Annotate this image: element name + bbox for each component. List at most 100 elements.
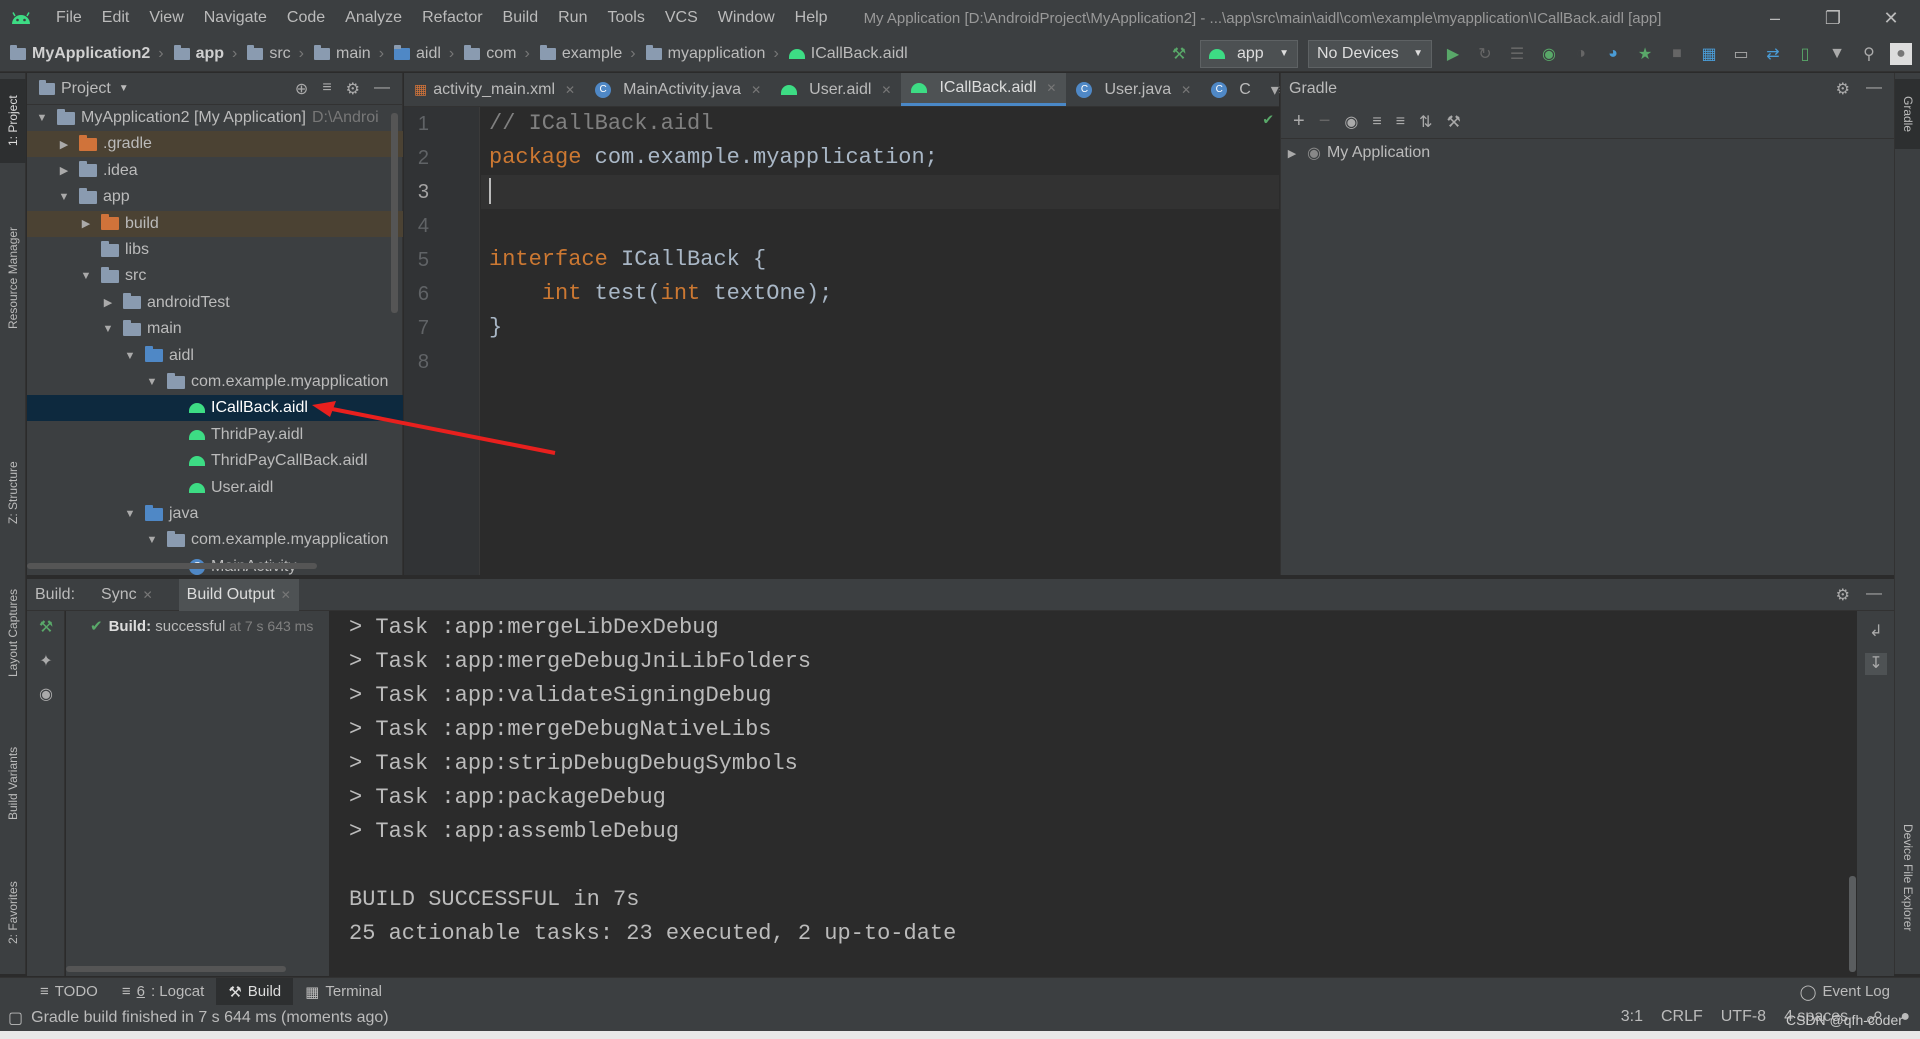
bottom-tab-event-log[interactable]: ◯ Event Log bbox=[1788, 978, 1920, 1006]
make-project-hammer-icon[interactable]: ⚒ bbox=[1168, 43, 1190, 65]
chevron-down-icon[interactable]: ▼ bbox=[119, 83, 129, 94]
bottom-tab-logcat[interactable]: ≡ 6: Logcat bbox=[110, 978, 216, 1006]
pin-icon[interactable]: ✦ bbox=[35, 651, 57, 673]
search-icon[interactable]: ⚲ bbox=[1858, 43, 1880, 65]
tab-activity-main-xml[interactable]: ▦ activity_main.xml ✕ bbox=[404, 73, 585, 106]
tree-hscrollbar[interactable] bbox=[27, 563, 317, 569]
bottom-tab-todo[interactable]: ≡ TODO bbox=[28, 978, 110, 1006]
close-tab-icon[interactable]: ✕ bbox=[1181, 83, 1191, 97]
chevron-right-icon[interactable]: ▶ bbox=[57, 138, 71, 151]
tab-icallback-aidl[interactable]: ICallBack.aidl ✕ bbox=[901, 73, 1067, 106]
menu-window[interactable]: Window bbox=[708, 9, 785, 27]
close-tab-icon[interactable]: ✕ bbox=[751, 83, 761, 97]
locate-file-icon[interactable]: ⊕ bbox=[295, 79, 308, 99]
tree-item[interactable]: libs bbox=[27, 237, 403, 263]
rebuild-hammer-icon[interactable]: ⚒ bbox=[35, 617, 57, 639]
chevron-right-icon[interactable]: ▶ bbox=[57, 164, 71, 177]
chevron-down-icon[interactable]: ▼ bbox=[35, 112, 49, 124]
side-tab-resource-manager[interactable]: Resource Manager bbox=[0, 203, 26, 353]
horizontal-scrollbar[interactable] bbox=[66, 966, 286, 972]
breadcrumb-myapplication[interactable]: myapplication › bbox=[636, 44, 779, 63]
close-tab-icon[interactable]: ✕ bbox=[565, 83, 575, 97]
settings-gear-icon[interactable]: ⚙ bbox=[1836, 585, 1850, 605]
close-tab-icon[interactable]: ✕ bbox=[143, 588, 153, 602]
toggle-offline-icon[interactable]: ⇅ bbox=[1419, 112, 1432, 132]
output-scrollbar[interactable] bbox=[1847, 611, 1857, 976]
project-structure-icon[interactable]: ▦ bbox=[1698, 43, 1720, 65]
hide-panel-icon[interactable]: — bbox=[1866, 79, 1882, 99]
chevron-down-icon[interactable]: ▼ bbox=[123, 508, 137, 520]
file-encoding[interactable]: UTF-8 bbox=[1721, 1008, 1766, 1028]
expand-all-icon[interactable]: ≡ bbox=[1372, 113, 1381, 131]
chevron-right-icon[interactable]: ▶ bbox=[79, 217, 93, 230]
tree-item[interactable]: User.aidl bbox=[27, 475, 403, 501]
profile-icon[interactable]: ◕ bbox=[1602, 43, 1624, 65]
restore-icon[interactable]: ❐ bbox=[1804, 8, 1862, 29]
tree-item[interactable]: ▼ com.example.myapplication bbox=[27, 369, 403, 395]
debug-bug-icon[interactable]: ◉ bbox=[1538, 43, 1560, 65]
rerun-icon[interactable]: ↻ bbox=[1474, 43, 1496, 65]
attach-debugger-icon[interactable]: ★ bbox=[1634, 43, 1656, 65]
chevron-down-icon[interactable]: ▼ bbox=[145, 376, 159, 388]
side-tab-device-file-explorer[interactable]: Device File Explorer bbox=[1895, 793, 1920, 963]
settings-gear-icon[interactable]: ⚙ bbox=[1836, 79, 1850, 99]
tab-mainactivity-java[interactable]: C MainActivity.java ✕ bbox=[585, 73, 771, 106]
menu-edit[interactable]: Edit bbox=[92, 9, 140, 27]
run-icon[interactable]: ▶ bbox=[1442, 43, 1464, 65]
tree-item[interactable]: ▶ build bbox=[27, 210, 403, 237]
stop-icon[interactable]: ■ bbox=[1666, 43, 1688, 65]
tree-item[interactable]: ▼ java bbox=[27, 501, 403, 527]
side-tab-gradle[interactable]: Gradle bbox=[1895, 79, 1920, 149]
status-toggle-icon[interactable]: ▢ bbox=[8, 1008, 23, 1028]
breadcrumb-main[interactable]: main › bbox=[304, 44, 384, 63]
tab-c[interactable]: C C bbox=[1201, 73, 1261, 106]
chevron-down-icon[interactable]: ▼ bbox=[145, 534, 159, 546]
hide-panel-icon[interactable]: — bbox=[374, 79, 390, 99]
side-tab-layout-captures[interactable]: Layout Captures bbox=[0, 568, 26, 698]
hide-panel-icon[interactable]: — bbox=[1866, 585, 1882, 605]
side-tab-build-variants[interactable]: Build Variants bbox=[0, 723, 26, 843]
close-icon[interactable]: ✕ bbox=[1862, 8, 1920, 29]
close-tab-icon[interactable]: ✕ bbox=[1046, 81, 1056, 95]
tree-item[interactable]: ▼ app bbox=[27, 184, 403, 210]
build-tab-sync[interactable]: Sync ✕ bbox=[93, 579, 161, 611]
menu-build[interactable]: Build bbox=[493, 9, 549, 27]
menu-vcs[interactable]: VCS bbox=[655, 9, 708, 27]
menu-run[interactable]: Run bbox=[548, 9, 597, 27]
tree-item[interactable]: ▼ src bbox=[27, 263, 403, 289]
menu-analyze[interactable]: Analyze bbox=[335, 9, 412, 27]
menu-navigate[interactable]: Navigate bbox=[194, 9, 277, 27]
run-config-dropdown[interactable]: app ▼ bbox=[1200, 39, 1298, 68]
side-tab-favorites[interactable]: 2: Favorites bbox=[0, 863, 26, 963]
scrollbar-thumb[interactable] bbox=[1849, 876, 1856, 972]
menu-view[interactable]: View bbox=[139, 9, 193, 27]
tree-scrollbar[interactable] bbox=[391, 113, 398, 313]
plus-icon[interactable]: + bbox=[1293, 110, 1305, 133]
bottom-tab-terminal[interactable]: ▦ Terminal bbox=[293, 978, 394, 1006]
settings-gear-icon[interactable]: ⚙ bbox=[346, 79, 360, 99]
tree-item[interactable]: ▼ com.example.myapplication bbox=[27, 527, 403, 553]
sync-gradle-icon[interactable]: ⇄ bbox=[1762, 43, 1784, 65]
side-tab-project[interactable]: 1: Project bbox=[0, 79, 26, 163]
build-output-console[interactable]: > Task :app:mergeLibDexDebug > Task :app… bbox=[331, 611, 1856, 976]
project-view-selector[interactable]: Project bbox=[61, 80, 111, 98]
breadcrumb-app[interactable]: app › bbox=[164, 44, 237, 63]
collapse-all-icon[interactable]: ≡ bbox=[322, 79, 331, 99]
soft-wrap-icon[interactable]: ↲ bbox=[1865, 621, 1887, 643]
chevron-down-icon[interactable]: ▼ bbox=[79, 270, 93, 282]
avd-manager-icon[interactable]: ▯ bbox=[1794, 43, 1816, 65]
menu-file[interactable]: File bbox=[46, 9, 92, 27]
chevron-down-icon[interactable]: ▼ bbox=[57, 191, 71, 203]
code-editor[interactable]: // ICallBack.aidl package com.example.my… bbox=[481, 107, 1279, 575]
collapse-all-icon[interactable]: ≡ bbox=[1396, 113, 1405, 131]
tab-user-aidl[interactable]: User.aidl ✕ bbox=[771, 73, 901, 106]
account-icon[interactable]: ● bbox=[1890, 42, 1912, 65]
breadcrumb-com[interactable]: com › bbox=[454, 44, 530, 63]
minimize-icon[interactable]: – bbox=[1746, 8, 1804, 29]
menu-code[interactable]: Code bbox=[277, 9, 335, 27]
bottom-tab-build[interactable]: ⚒ Build bbox=[216, 977, 294, 1006]
device-dropdown[interactable]: No Devices ▼ bbox=[1308, 39, 1432, 68]
tab-user-java[interactable]: C User.java ✕ bbox=[1066, 73, 1201, 106]
breadcrumb-file[interactable]: ICallBack.aidl bbox=[779, 45, 908, 63]
side-tab-structure[interactable]: Z: Structure bbox=[0, 433, 26, 553]
